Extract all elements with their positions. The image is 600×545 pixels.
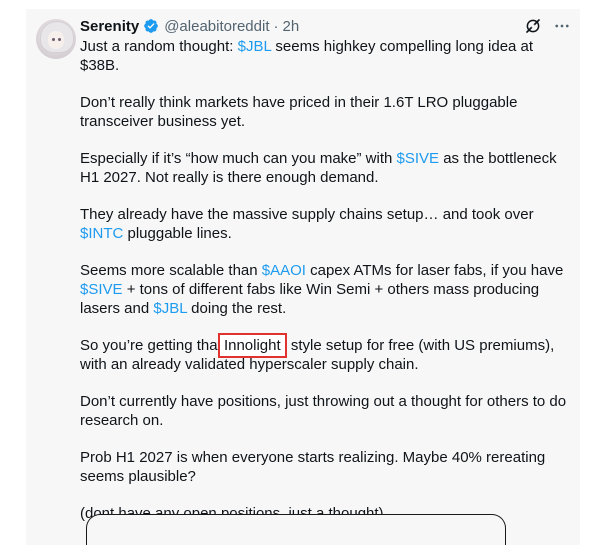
tweet-text-segment: Especially if it’s “how much can you mak… [80, 150, 397, 167]
verified-badge-icon [144, 19, 159, 33]
tweet-text-segment: pluggable lines. [123, 225, 232, 242]
tweet-text-segment: Prob H1 2027 is when everyone starts rea… [80, 449, 546, 485]
tweet-text-segment: Just a random thought: [80, 38, 238, 55]
avatar-eye-left [52, 38, 55, 41]
tweet-paragraph: Don’t really think markets have priced i… [80, 93, 572, 131]
tweet-text-segment: capex ATMs for laser fabs, if you have [305, 262, 564, 279]
tweet-text-segment: Don’t currently have positions, just thr… [80, 393, 567, 429]
author-handle[interactable]: @aleabitoreddit [164, 18, 269, 35]
grok-icon[interactable] [524, 17, 542, 35]
tweet-text-segment: They already have the massive supply cha… [80, 206, 534, 223]
cashtag-link[interactable]: $JBL [238, 38, 272, 55]
avatar[interactable] [36, 19, 76, 59]
tweet-text-segment: doing the rest. [187, 300, 287, 317]
timestamp[interactable]: 2h [283, 18, 300, 35]
separator-dot: · [273, 17, 279, 35]
tweet-text-segment: Don’t really think markets have priced i… [80, 94, 518, 130]
tweet-paragraph: They already have the massive supply cha… [80, 205, 572, 243]
tweet-paragraph: Don’t currently have positions, just thr… [80, 392, 572, 430]
cashtag-link[interactable]: $SIVE [80, 281, 123, 298]
tweet-text-segment: + tons of different fabs like Win Semi +… [80, 281, 540, 317]
tweet-paragraph: Seems more scalable than $AAOI capex ATM… [80, 261, 572, 318]
media-attachment-inner [87, 515, 505, 545]
tweet-paragraph: Just a random thought: $JBL seems highke… [80, 37, 572, 75]
display-name[interactable]: Serenity [80, 18, 139, 35]
highlighted-word-innolight: Innolight [217, 333, 287, 358]
tweet-header: Serenity @aleabitoreddit · 2h [80, 15, 299, 37]
more-options-icon[interactable] [552, 17, 572, 35]
tweet-card[interactable]: Serenity @aleabitoreddit · 2h Just a ran… [26, 9, 580, 545]
tweet-text: Just a random thought: $JBL seems highke… [80, 37, 572, 541]
tweet-paragraph: So you’re getting that Innolight style s… [80, 333, 572, 374]
media-attachment-edge[interactable] [86, 514, 506, 545]
tweet-paragraph: Prob H1 2027 is when everyone starts rea… [80, 448, 572, 486]
avatar-face [48, 31, 64, 49]
cashtag-link[interactable]: $AAOI [262, 262, 306, 279]
tweet-text-segment: So you’re getting that [80, 337, 226, 354]
tweet-paragraph: Especially if it’s “how much can you mak… [80, 149, 572, 187]
cashtag-link[interactable]: $JBL [153, 300, 187, 317]
avatar-eye-right [58, 38, 61, 41]
cashtag-link[interactable]: $INTC [80, 225, 123, 242]
tweet-text-segment: Seems more scalable than [80, 262, 262, 279]
cashtag-link[interactable]: $SIVE [397, 150, 440, 167]
